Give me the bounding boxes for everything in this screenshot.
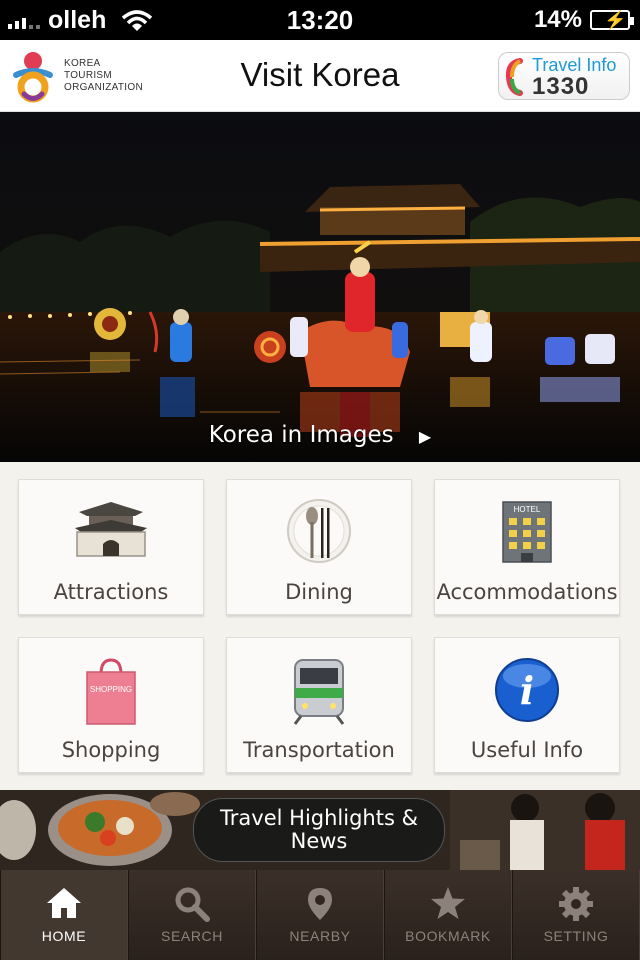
tile-label: Shopping bbox=[61, 738, 161, 762]
train-icon bbox=[293, 659, 345, 725]
tab-label: HOME bbox=[41, 928, 87, 944]
battery-icon: ⚡ bbox=[590, 10, 634, 30]
phone-handset-icon bbox=[505, 58, 523, 96]
star-icon bbox=[431, 887, 465, 919]
search-icon bbox=[175, 887, 210, 922]
tile-label: Dining bbox=[285, 580, 353, 604]
bag-text: SHOPPING bbox=[90, 685, 132, 694]
lantern-festival-image bbox=[0, 112, 640, 462]
status-bar: olleh 13:20 14% ⚡ bbox=[0, 0, 640, 40]
tile-transportation[interactable]: Transportation bbox=[226, 637, 412, 773]
tile-label: Accommodations bbox=[436, 580, 618, 604]
palace-gate-icon bbox=[75, 502, 147, 557]
hero-caption[interactable]: Korea in Images ▶ bbox=[0, 422, 640, 448]
hero-banner[interactable]: Korea in Images ▶ bbox=[0, 112, 640, 462]
battery-status: 14% ⚡ bbox=[533, 6, 634, 34]
tile-label: Useful Info bbox=[470, 738, 584, 762]
location-pin-icon bbox=[308, 888, 332, 920]
category-grid: Attractions Dining HOTEL Accommodations bbox=[0, 462, 640, 790]
bottom-tab-bar: HOME SEARCH NEARBY BOOKMARK SETTING bbox=[0, 870, 640, 960]
tile-label: Transportation bbox=[243, 738, 395, 762]
travel-info-button[interactable]: Travel Info 1330 bbox=[498, 52, 630, 100]
tile-attractions[interactable]: Attractions bbox=[18, 479, 204, 615]
home-icon bbox=[47, 888, 81, 918]
tab-home[interactable]: HOME bbox=[0, 870, 128, 960]
tab-nearby[interactable]: NEARBY bbox=[256, 870, 384, 960]
travel-highlights-banner[interactable]: Travel Highlights & News bbox=[0, 790, 640, 870]
hotel-building-icon: HOTEL bbox=[502, 501, 552, 563]
tab-label: BOOKMARK bbox=[405, 928, 491, 944]
banner-line: Travel Highlights & bbox=[220, 806, 418, 830]
tab-label: SEARCH bbox=[161, 928, 223, 944]
tile-shopping[interactable]: SHOPPING Shopping bbox=[18, 637, 204, 773]
tab-label: NEARBY bbox=[289, 928, 351, 944]
app-header: KOREA TOURISM ORGANIZATION Visit Korea T… bbox=[0, 40, 640, 112]
shopping-bag-icon: SHOPPING bbox=[86, 658, 136, 725]
tab-bookmark[interactable]: BOOKMARK bbox=[384, 870, 512, 960]
svg-text:i: i bbox=[520, 668, 534, 713]
travel-info-number: 1330 bbox=[532, 73, 590, 100]
tab-search[interactable]: SEARCH bbox=[128, 870, 256, 960]
hotel-sign-text: HOTEL bbox=[514, 505, 541, 514]
tile-label: Attractions bbox=[53, 580, 169, 604]
banner-line: News bbox=[290, 829, 348, 853]
spoon-chopsticks-icon bbox=[287, 499, 351, 563]
battery-percent: 14% bbox=[533, 6, 582, 33]
tab-setting[interactable]: SETTING bbox=[512, 870, 640, 960]
banner-title: Travel Highlights & News bbox=[193, 798, 445, 862]
tile-useful-info[interactable]: i Useful Info bbox=[434, 637, 620, 773]
tab-label: SETTING bbox=[543, 928, 609, 944]
info-icon: i bbox=[495, 658, 559, 722]
tile-dining[interactable]: Dining bbox=[226, 479, 412, 615]
play-arrow-icon: ▶ bbox=[418, 427, 432, 446]
tile-accommodations[interactable]: HOTEL Accommodations bbox=[434, 479, 620, 615]
hero-caption-text: Korea in Images bbox=[208, 422, 394, 448]
gear-icon bbox=[559, 887, 593, 921]
